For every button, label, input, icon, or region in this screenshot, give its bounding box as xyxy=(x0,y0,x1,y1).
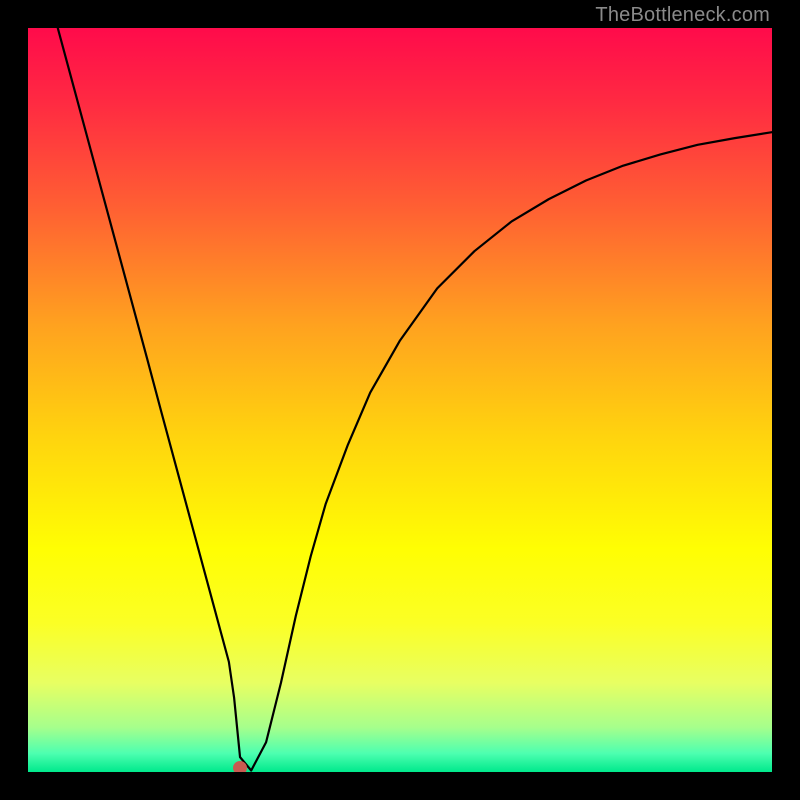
bottleneck-curve xyxy=(28,28,772,772)
minimum-marker xyxy=(233,761,247,772)
watermark-label: TheBottleneck.com xyxy=(595,4,770,27)
chart-frame: TheBottleneck.com xyxy=(0,0,800,800)
plot-area xyxy=(28,28,772,772)
